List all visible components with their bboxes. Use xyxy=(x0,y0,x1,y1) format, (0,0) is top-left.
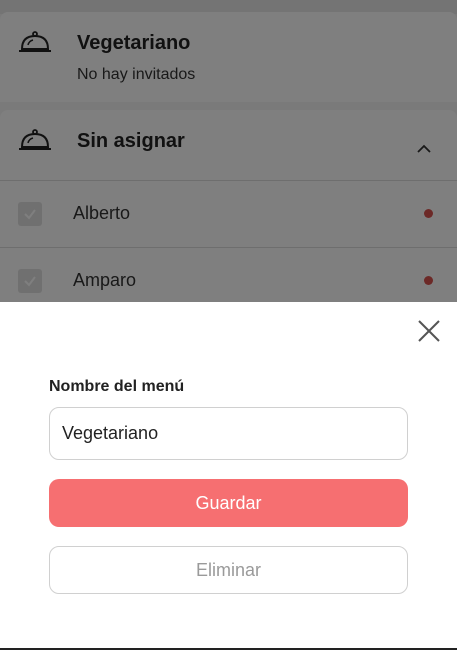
edit-menu-sheet xyxy=(0,302,457,650)
modal-overlay[interactable] xyxy=(0,0,457,302)
close-icon[interactable] xyxy=(416,318,442,344)
menu-name-input[interactable] xyxy=(49,407,408,460)
menu-name-label: Nombre del menú xyxy=(49,378,185,395)
save-button[interactable]: Guardar xyxy=(49,479,408,527)
delete-button[interactable]: Eliminar xyxy=(49,546,408,594)
